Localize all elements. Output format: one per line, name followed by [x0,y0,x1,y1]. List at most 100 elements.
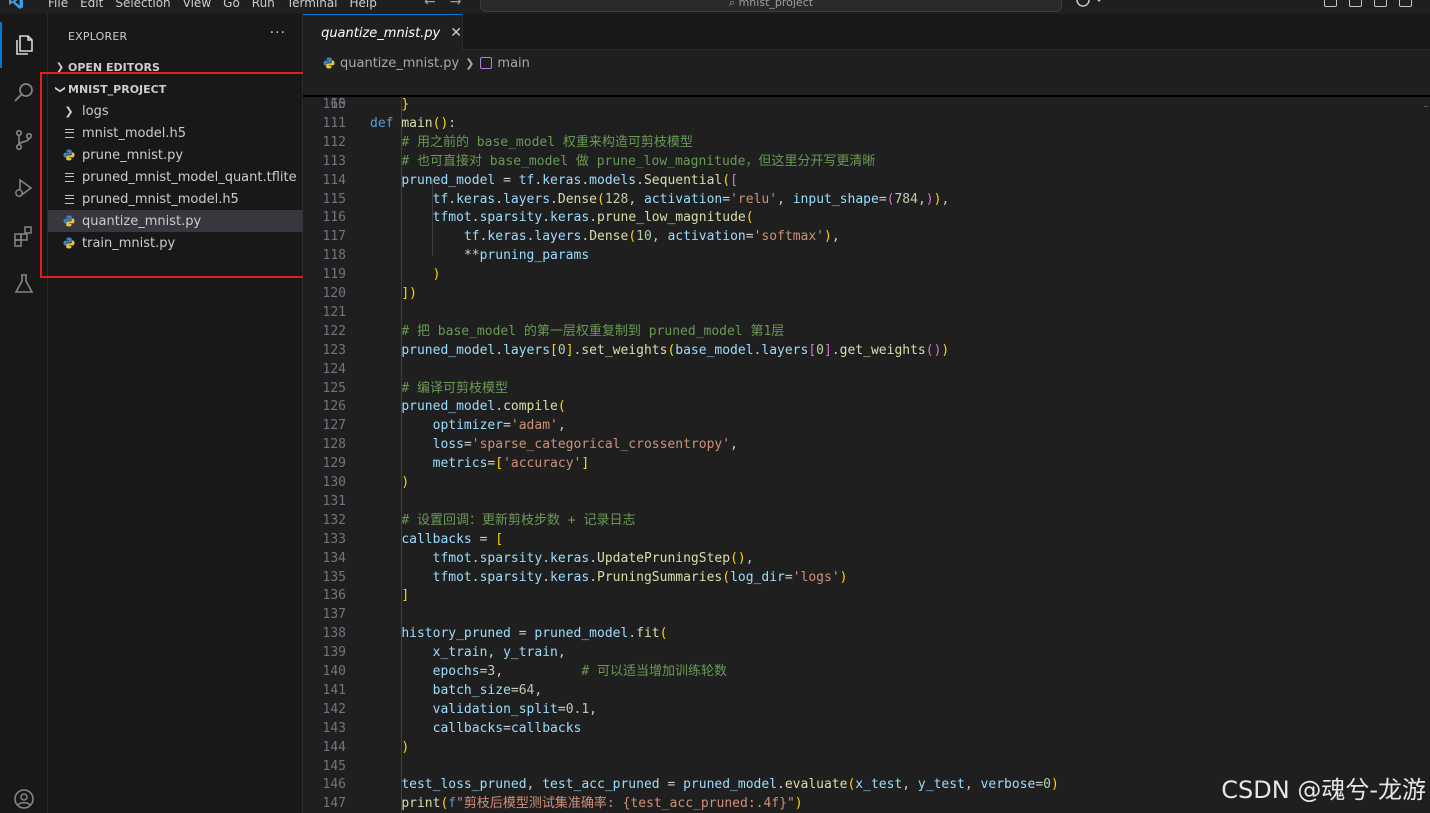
code-line[interactable]: 130 ) [303,473,1430,492]
back-arrow-icon[interactable]: ← [424,0,436,10]
menu-view[interactable]: View [177,0,217,11]
tree-item-label: train_mnist.py [82,235,176,251]
code-text: validation_split=0.1, [432,701,597,717]
code-line[interactable]: 144 ) [303,738,1430,757]
code-line[interactable]: 137 [303,605,1430,624]
code-line[interactable]: 111 [303,114,1430,133]
menu-terminal[interactable]: Terminal [281,0,344,11]
line-number: 146 [322,777,346,793]
code-line[interactable]: 126 pruned_model.compile( [303,397,1430,416]
code-text: loss='sparse_categorical_crossentropy', [432,437,738,453]
code-line[interactable]: 133 callbacks = [ [303,530,1430,549]
code-line[interactable]: 121 [303,303,1430,322]
code-text: ) [401,475,410,490]
breadcrumb-file[interactable]: quantize_mnist.py [340,56,459,71]
code-line[interactable]: 143 callbacks=callbacks [303,719,1430,738]
code-text: tfmot.sparsity.keras.prune_low_magnitude… [432,210,754,226]
menu-selection[interactable]: Selection [109,0,176,11]
code-line[interactable]: 138 history_pruned = pruned_model.fit( [303,624,1430,643]
command-center-search[interactable]: ⌕ mnist_project [480,0,1062,12]
code-line[interactable]: 135 tfmot.sparsity.keras.PruningSummarie… [303,568,1430,587]
line-number: 137 [322,607,346,623]
code-line[interactable]: 117 tf.keras.layers.Dense(10, activation… [303,227,1430,246]
accounts-activity[interactable] [0,776,48,813]
testing-activity[interactable] [0,261,48,307]
line-number: 118 [322,248,346,264]
menu-go[interactable]: Go [217,0,246,11]
code-line[interactable]: 136 ] [303,586,1430,605]
code-line[interactable]: 128 loss='sparse_categorical_crossentrop… [303,435,1430,454]
search-icon [14,83,33,102]
copilot-icon[interactable] [1074,0,1104,8]
toggle-sidebar-icon[interactable] [1349,0,1362,7]
code-line[interactable]: 131 [303,492,1430,511]
code-text: tfmot.sparsity.keras.PruningSummaries(lo… [432,569,848,585]
code-line[interactable]: 118 **pruning_params [303,246,1430,265]
code-line[interactable]: 124 [303,360,1430,379]
code-line[interactable]: 115 tf.keras.layers.Dense(128, activatio… [303,190,1430,209]
extensions-activity[interactable] [0,213,48,259]
line-number: 125 [322,380,346,396]
close-icon[interactable]: ✕ [450,25,462,41]
explorer-activity[interactable] [0,22,48,68]
files-icon [16,35,33,55]
code-line[interactable]: 114 pruned_model = tf.keras.models.Seque… [303,171,1430,190]
tree-item[interactable]: pruned_mnist_model_quant.tflite [48,166,303,188]
watermark-text: CSDN @魂兮-龙游 [1221,776,1426,804]
forward-arrow-icon[interactable]: → [450,0,462,10]
line-number: 144 [322,739,346,755]
toggle-secondary-sidebar-icon[interactable] [1399,0,1412,7]
code-line[interactable]: 140 epochs=3, # 可以适当增加训练轮数 [303,662,1430,681]
line-number: 113 [322,153,346,169]
tree-item[interactable]: ❯ logs [48,100,303,122]
line-number: 140 [322,664,346,679]
project-section[interactable]: ❯ MNIST_PROJECT [48,78,303,100]
menu-file[interactable]: File [42,0,74,11]
search-activity[interactable] [0,70,48,116]
sticky-scroll-line[interactable]: 65 def main(): [303,76,1430,131]
menu-help[interactable]: Help [344,0,383,11]
code-text: # 也可直接对 base_model 做 prune_low_magnitude… [401,153,876,169]
project-label: MNIST_PROJECT [68,82,167,96]
code-line[interactable]: 113 # 也可直接对 base_model 做 prune_low_magni… [303,152,1430,171]
code-line[interactable]: 116 tfmot.sparsity.keras.prune_low_magni… [303,208,1430,227]
line-number: 134 [322,550,346,566]
code-line[interactable]: 134 tfmot.sparsity.keras.UpdatePruningSt… [303,549,1430,568]
code-line[interactable]: 125 # 编译可剪枝模型 [303,379,1430,398]
code-line[interactable]: 119 ) [303,265,1430,284]
tree-item[interactable]: prune_mnist.py [48,144,303,166]
source-control-activity[interactable] [0,117,48,163]
code-line[interactable]: 122 # 把 base_model 的第一层权重复制到 pruned_mode… [303,322,1430,341]
code-line[interactable]: 129 metrics=['accuracy'] [303,454,1430,473]
code-line[interactable]: 127 optimizer='adam', [303,416,1430,435]
run-debug-activity[interactable] [0,165,48,211]
tree-item[interactable]: train_mnist.py [48,232,303,254]
breadcrumb-symbol[interactable]: main [497,56,529,71]
tree-item-label: pruned_mnist_model.h5 [82,191,239,207]
code-line[interactable]: 139 x_train, y_train, [303,643,1430,662]
code-text: callbacks = [ [401,531,504,547]
tree-item[interactable]: mnist_model.h5 [48,122,303,144]
code-line[interactable]: 123 pruned_model.layers[0].set_weights(b… [303,341,1430,360]
code-line[interactable]: 120 ]) [303,284,1430,303]
customize-layout-icon[interactable] [1324,0,1337,7]
code-line[interactable]: 112 # 用之前的 base_model 权重来构造可剪枝模型 [303,133,1430,152]
tree-item[interactable]: quantize_mnist.py [48,210,303,232]
open-editors-section[interactable]: ❯ OPEN EDITORS [48,56,303,78]
code-line[interactable]: 132 # 设置回调：更新剪枝步数 + 记录日志 [303,511,1430,530]
more-actions-icon[interactable]: ··· [270,25,286,41]
menu-run[interactable]: Run [246,0,281,11]
tab-quantize-mnist[interactable]: quantize_mnist.py ✕ [303,14,463,51]
line-number: 130 [322,475,346,490]
toggle-panel-icon[interactable] [1374,0,1387,7]
code-line[interactable]: 142 validation_split=0.1, [303,700,1430,719]
menu-edit[interactable]: Edit [74,0,109,11]
code-line[interactable]: 141 batch_size=64, [303,681,1430,700]
symbol-method-icon [480,57,493,69]
python-icon [62,236,76,250]
tab-label: quantize_mnist.py [321,25,441,41]
search-icon: ⌕ [728,0,739,9]
code-text: tfmot.sparsity.keras.UpdatePruningStep()… [432,550,754,566]
tree-item[interactable]: pruned_mnist_model.h5 [48,188,303,210]
code-line[interactable]: 110 } [303,95,1430,114]
